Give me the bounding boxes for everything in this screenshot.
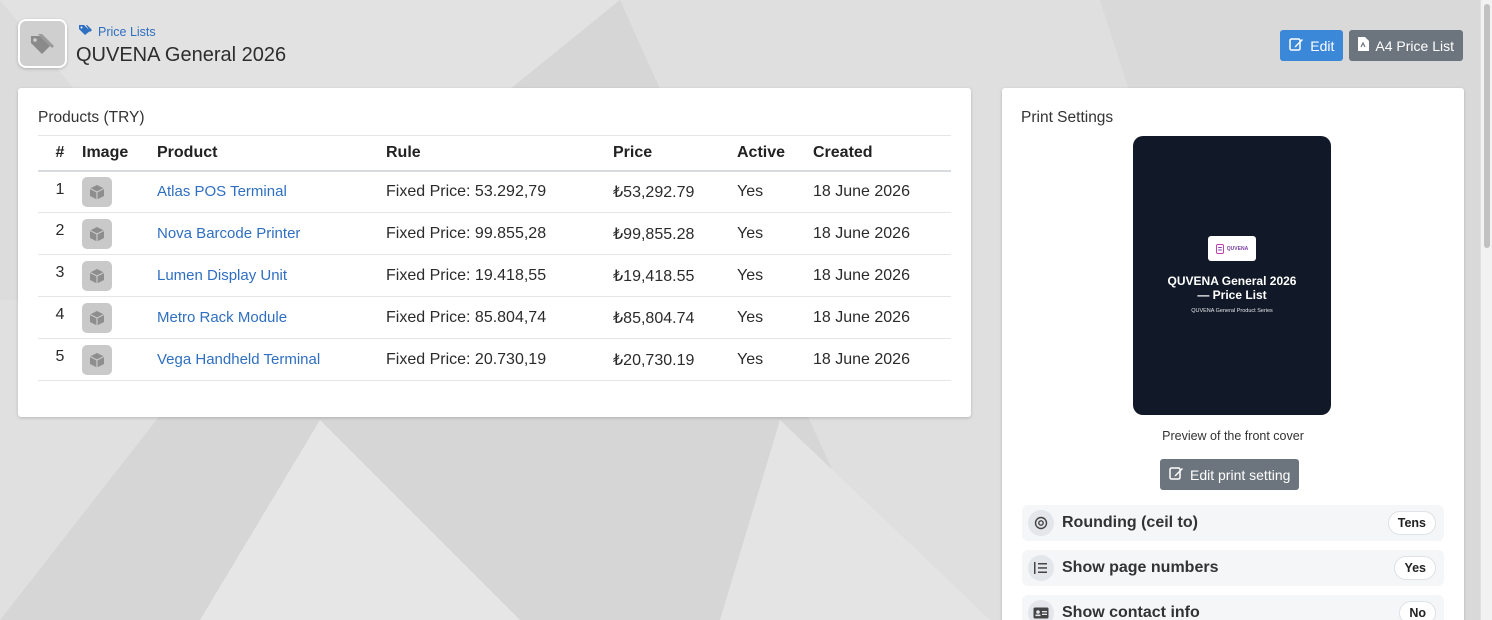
setting-contact-info: Show contact info No <box>1022 595 1444 620</box>
products-title: Products (TRY) <box>38 109 145 126</box>
active-cell: Yes <box>737 308 764 326</box>
setting-value-badge: Tens <box>1387 511 1436 535</box>
cover-title: QUVENA General 2026 — Price List <box>1167 274 1297 302</box>
row-number: 4 <box>55 306 65 323</box>
column-header-number: # <box>55 143 65 161</box>
products-card: Products (TRY) # Image Product Rule Pric… <box>18 88 971 417</box>
scrollbar-thumb[interactable] <box>1484 4 1490 248</box>
cover-logo: QUVENA <box>1208 236 1256 261</box>
edit-icon <box>1169 466 1184 483</box>
setting-label: Show page numbers <box>1062 559 1219 576</box>
table-row: 4 Metro Rack Module Fixed Price: 85.804,… <box>38 297 951 339</box>
row-number: 1 <box>55 180 65 198</box>
created-cell: 18 June 2026 <box>813 182 910 200</box>
product-box-icon <box>82 344 112 375</box>
product-box-icon <box>82 302 112 333</box>
price-cell: ₺85,804.74 <box>613 309 695 327</box>
edit-button-label: Edit <box>1310 37 1335 54</box>
edit-icon <box>1289 37 1304 54</box>
a4-price-list-button[interactable]: A4 Price List <box>1349 30 1463 61</box>
products-table: # Image Product Rule Price Active Create… <box>38 135 951 381</box>
setting-value-badge: Yes <box>1394 556 1436 580</box>
target-icon <box>1028 510 1054 536</box>
page: Price Lists QUVENA General 2026 Edit A4 … <box>0 0 1492 620</box>
cover-subtitle: QUVENA General Product Series <box>1191 308 1273 314</box>
edit-print-setting-label: Edit print setting <box>1190 466 1291 483</box>
price-cell: ₺19,418.55 <box>613 267 695 285</box>
product-link[interactable]: Nova Barcode Printer <box>157 225 300 242</box>
edit-button[interactable]: Edit <box>1280 30 1344 61</box>
rule-cell: Fixed Price: 85.804,74 <box>386 308 547 326</box>
setting-label: Rounding (ceil to) <box>1062 514 1198 531</box>
price-cell: ₺99,855.28 <box>613 225 695 243</box>
setting-label: Show contact info <box>1062 604 1200 620</box>
row-number: 2 <box>55 222 65 239</box>
created-cell: 18 June 2026 <box>813 350 910 368</box>
column-header-image: Image <box>82 143 129 161</box>
table-row: 3 Lumen Display Unit Fixed Price: 19.418… <box>38 255 951 297</box>
contact-card-icon <box>1028 600 1054 620</box>
product-box-icon <box>82 218 112 249</box>
product-link[interactable]: Vega Handheld Terminal <box>157 351 320 368</box>
created-cell: 18 June 2026 <box>813 266 910 284</box>
created-cell: 18 June 2026 <box>813 308 910 326</box>
column-header-created: Created <box>813 143 873 161</box>
active-cell: Yes <box>737 350 764 368</box>
table-row: 5 Vega Handheld Terminal Fixed Price: 20… <box>38 339 951 381</box>
print-settings-card: Print Settings QUVENA QUVENA General 202… <box>1002 88 1464 620</box>
product-link[interactable]: Metro Rack Module <box>157 309 287 326</box>
column-header-rule: Rule <box>386 143 421 161</box>
page-title: QUVENA General 2026 <box>76 44 287 66</box>
created-cell: 18 June 2026 <box>813 224 910 242</box>
table-header-row: # Image Product Rule Price Active Create… <box>38 135 951 171</box>
tags-icon <box>78 24 93 39</box>
rule-cell: Fixed Price: 20.730,19 <box>386 350 547 368</box>
table-row: 1 Atlas POS Terminal Fixed Price: 53.292… <box>38 171 951 213</box>
logo-mark-icon <box>1215 243 1224 254</box>
table-row: 2 Nova Barcode Printer Fixed Price: 99.8… <box>38 213 951 255</box>
active-cell: Yes <box>737 266 764 284</box>
column-header-price: Price <box>613 143 653 161</box>
rule-cell: Fixed Price: 53.292,79 <box>386 182 547 200</box>
cover-logo-text: QUVENA <box>1226 245 1249 252</box>
page-header: Price Lists QUVENA General 2026 Edit A4 … <box>18 19 1464 69</box>
column-header-product: Product <box>157 143 218 161</box>
pdf-file-icon <box>1358 37 1370 54</box>
product-link[interactable]: Lumen Display Unit <box>157 267 287 284</box>
price-cell: ₺20,730.19 <box>613 351 695 369</box>
column-header-active: Active <box>737 143 786 161</box>
price-tag-icon <box>18 19 67 68</box>
page-scrollbar[interactable] <box>1480 0 1492 620</box>
row-number: 5 <box>55 348 65 365</box>
product-box-icon <box>82 260 112 291</box>
setting-page-numbers: Show page numbers Yes <box>1022 550 1444 586</box>
breadcrumb-price-lists[interactable]: Price Lists <box>98 25 156 39</box>
product-link[interactable]: Atlas POS Terminal <box>157 183 287 200</box>
a4-price-list-label: A4 Price List <box>1375 37 1454 54</box>
rule-cell: Fixed Price: 99.855,28 <box>386 224 547 242</box>
print-settings-title: Print Settings <box>1021 109 1114 126</box>
setting-rounding: Rounding (ceil to) Tens <box>1022 505 1444 541</box>
price-cell: ₺53,292.79 <box>613 183 695 201</box>
cover-caption: Preview of the front cover <box>1162 429 1304 443</box>
setting-value-badge: No <box>1399 601 1436 620</box>
row-number: 3 <box>55 264 65 281</box>
product-box-icon <box>82 176 112 207</box>
active-cell: Yes <box>737 224 764 242</box>
active-cell: Yes <box>737 182 764 200</box>
front-cover-preview: QUVENA QUVENA General 2026 — Price List … <box>1133 136 1331 415</box>
edit-print-setting-button[interactable]: Edit print setting <box>1160 459 1300 490</box>
rule-cell: Fixed Price: 19.418,55 <box>386 266 547 284</box>
list-numbered-icon <box>1028 555 1054 581</box>
breadcrumb[interactable]: Price Lists <box>78 24 156 39</box>
